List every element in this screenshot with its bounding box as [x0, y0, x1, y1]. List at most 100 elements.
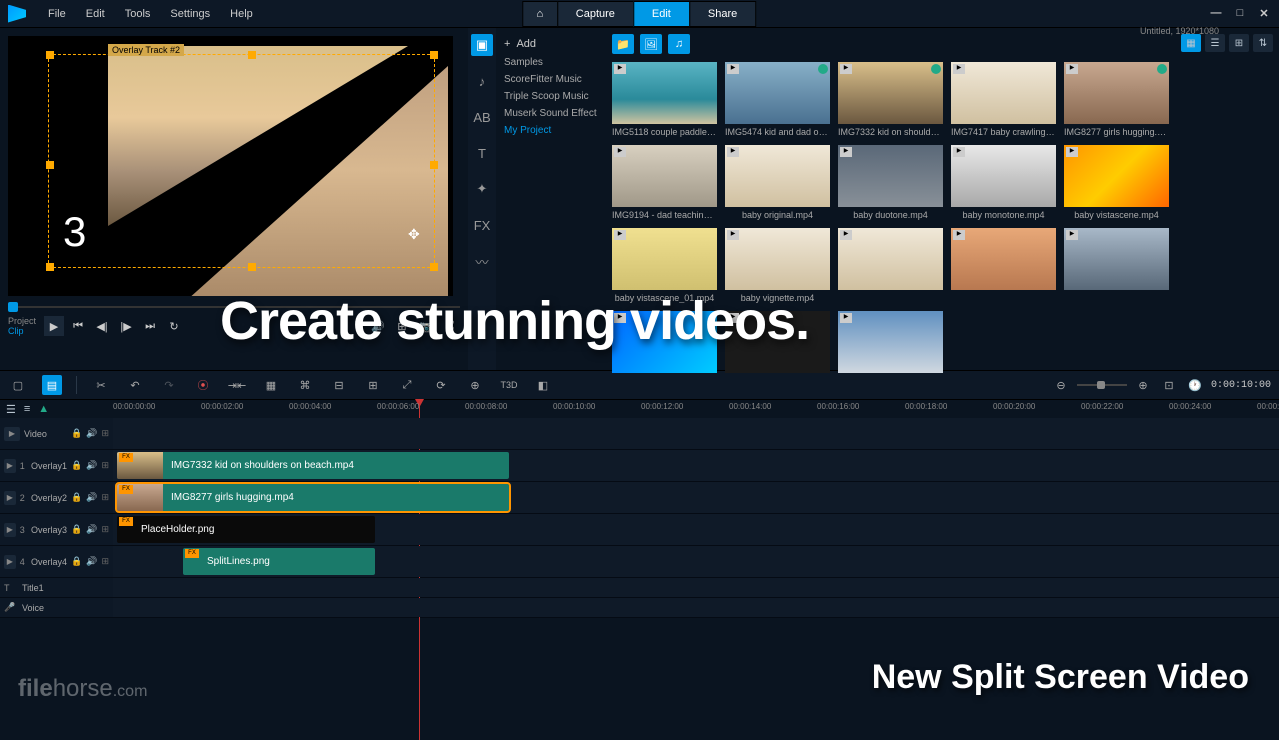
multicam-icon[interactable]: ▦ — [261, 375, 281, 395]
preview-scrubber[interactable] — [8, 302, 460, 312]
zoom-out-icon[interactable]: ⊖ — [1051, 375, 1071, 395]
resize-handle[interactable] — [430, 161, 438, 169]
filter-audio-icon[interactable]: ♫ — [668, 34, 690, 54]
library-item[interactable]: ▶ baby vistascene_01.mp4 — [612, 228, 717, 303]
go-end-icon[interactable]: ⏭ — [140, 316, 160, 336]
resize-handle[interactable] — [430, 263, 438, 271]
marker-icon[interactable]: ▲ — [38, 403, 49, 415]
menu-settings[interactable]: Settings — [160, 8, 220, 20]
audio-icon[interactable]: 🔊 — [368, 316, 388, 336]
track-body[interactable]: FX SplitLines.png — [113, 546, 1279, 577]
3d-title-icon[interactable]: T3D — [499, 375, 519, 395]
splitscreen-icon[interactable]: ⊞ — [363, 375, 383, 395]
library-item[interactable]: ▶ IMG5118 couple paddle boardin... — [612, 62, 717, 137]
camera-icon[interactable]: ▶ — [4, 459, 16, 473]
timeline-timecode[interactable]: 0:00:10:00 — [1211, 380, 1271, 391]
tab-share[interactable]: Share — [689, 1, 756, 27]
library-item[interactable]: ▶ — [1064, 228, 1169, 303]
tree-item-triplescoop[interactable]: Triple Scoop Music — [500, 88, 602, 105]
pan-zoom-icon[interactable]: ⤢ — [397, 375, 417, 395]
camera-icon[interactable]: ▶ — [4, 523, 16, 537]
resize-handle[interactable] — [248, 51, 256, 59]
tree-item-samples[interactable]: Samples — [500, 54, 602, 71]
list-view-icon[interactable]: ☰ — [1205, 34, 1225, 52]
next-frame-icon[interactable]: |▶ — [116, 316, 136, 336]
mask-icon[interactable]: ◧ — [533, 375, 553, 395]
mode-label-project[interactable]: Project — [8, 316, 36, 326]
tab-capture[interactable]: Capture — [557, 1, 634, 27]
library-item[interactable]: ▶ baby monotone.mp4 — [951, 145, 1056, 220]
menu-help[interactable]: Help — [220, 8, 263, 20]
timeline-mode-icon[interactable]: ▤ — [42, 375, 62, 395]
timeline-ruler[interactable]: 00:00:00:0000:00:02:0000:00:04:0000:00:0… — [113, 400, 1279, 418]
resize-handle[interactable] — [46, 51, 54, 59]
library-item[interactable]: ▶ IMG5474 kid and dad on water l... — [725, 62, 830, 137]
library-item[interactable]: ▶ IMG9194 - dad teaching daught... — [612, 145, 717, 220]
title-icon[interactable]: T — [4, 583, 18, 593]
media-icon[interactable]: ▣ — [471, 34, 493, 56]
library-item[interactable]: ▶ — [838, 228, 943, 303]
camera-icon[interactable]: ▶ — [4, 555, 16, 569]
preview-canvas[interactable]: 3 Overlay Track #2 ✥ — [8, 36, 453, 296]
menu-edit[interactable]: Edit — [76, 8, 115, 20]
filter-photo-icon[interactable]: 🖼 — [640, 34, 662, 54]
mode-label-clip[interactable]: Clip — [8, 326, 36, 336]
link-icon[interactable]: ⌘ — [295, 375, 315, 395]
timeline-clip[interactable]: FX IMG7332 kid on shoulders on beach.mp4 — [117, 452, 509, 479]
tree-item-muserk[interactable]: Muserk Sound Effect — [500, 105, 602, 122]
tab-home[interactable]: ⌂ — [522, 1, 558, 27]
storyboard-icon[interactable]: ▢ — [8, 375, 28, 395]
track-controls[interactable]: 🔒🔊⊞ — [71, 428, 109, 439]
fullscreen-icon[interactable]: ⛶ — [440, 316, 460, 336]
timeline-clip[interactable]: FX IMG8277 girls hugging.mp4 — [117, 484, 509, 511]
library-item[interactable]: ▶ IMG7417 baby crawling.mp4 — [951, 62, 1056, 137]
add-media-button[interactable]: +Add — [500, 34, 602, 54]
track-body[interactable]: FX IMG7332 kid on shoulders on beach.mp4 — [113, 450, 1279, 481]
maximize-icon[interactable]: □ — [1233, 7, 1247, 20]
zoom-thumb[interactable] — [1097, 381, 1105, 389]
grid-view-icon[interactable]: ⊞ — [1229, 34, 1249, 52]
minimize-icon[interactable]: — — [1209, 7, 1223, 20]
library-item[interactable]: ▶ baby vistascene.mp4 — [1064, 145, 1169, 220]
prev-frame-icon[interactable]: ◀| — [92, 316, 112, 336]
sort-icon[interactable]: ⇅ — [1253, 34, 1273, 52]
transition-icon[interactable]: AB — [471, 106, 493, 128]
thumb-view-icon[interactable]: ▦ — [1181, 34, 1201, 52]
graphic-icon[interactable]: ✦ — [471, 178, 493, 200]
snapshot-icon[interactable]: 📷 — [416, 316, 436, 336]
selection-border[interactable] — [48, 54, 435, 268]
library-item[interactable]: ▶ — [838, 311, 943, 373]
resize-handle[interactable] — [46, 263, 54, 271]
motion-track-icon[interactable]: ⊕ — [465, 375, 485, 395]
tab-edit[interactable]: Edit — [633, 1, 690, 27]
library-item[interactable]: ▶ — [725, 311, 830, 373]
track-body[interactable] — [113, 418, 1279, 449]
track-controls[interactable]: 🔒🔊⊞ — [71, 556, 109, 567]
library-item[interactable]: ▶ baby original.mp4 — [725, 145, 830, 220]
mic-icon[interactable]: 🎤 — [4, 602, 18, 613]
tree-item-scorefitter[interactable]: ScoreFitter Music — [500, 71, 602, 88]
subtitle-icon[interactable]: ⊟ — [329, 375, 349, 395]
tracklist-icon-2[interactable]: ≡ — [24, 403, 30, 415]
camera-icon[interactable]: ▶ — [4, 427, 20, 441]
track-controls[interactable]: 🔒🔊⊞ — [71, 492, 109, 503]
undo-icon[interactable]: ↶ — [125, 375, 145, 395]
go-start-icon[interactable]: ⏮ — [68, 316, 88, 336]
track-controls[interactable]: 🔒🔊⊞ — [71, 524, 109, 535]
loop-icon[interactable]: ↻ — [164, 316, 184, 336]
track-body[interactable] — [113, 598, 1279, 617]
scrub-marker[interactable] — [8, 302, 18, 312]
library-item[interactable]: ▶ IMG8277 girls hugging.mp4 — [1064, 62, 1169, 137]
redo-icon[interactable]: ↷ — [159, 375, 179, 395]
title-icon[interactable]: T — [471, 142, 493, 164]
zoom-slider[interactable] — [1077, 384, 1127, 386]
path-icon[interactable]: 〰 — [471, 250, 493, 272]
tree-item-myproject[interactable]: My Project — [500, 122, 602, 139]
record-icon[interactable]: ⦿ — [193, 375, 213, 395]
filter-fx-icon[interactable]: FX — [471, 214, 493, 236]
import-folder-icon[interactable]: 📁 — [612, 34, 634, 54]
track-body[interactable]: FX PlaceHolder.png — [113, 514, 1279, 545]
library-item[interactable]: ▶ — [951, 228, 1056, 303]
resize-handle[interactable] — [248, 263, 256, 271]
track-controls[interactable]: 🔒🔊⊞ — [71, 460, 109, 471]
